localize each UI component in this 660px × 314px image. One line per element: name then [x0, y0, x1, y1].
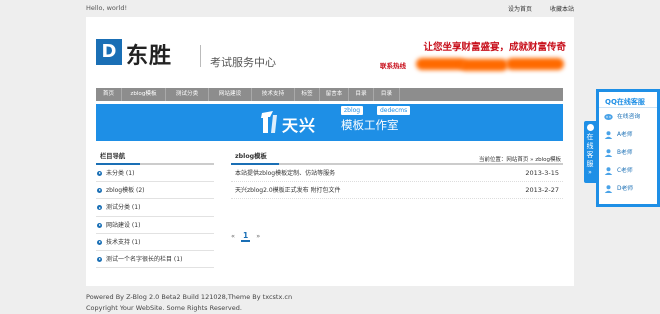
- post-date: 2013-3-15: [525, 169, 559, 177]
- bullet-arrow-icon: [97, 222, 102, 228]
- qq-item-consult[interactable]: 在线咨询: [599, 108, 657, 126]
- category-title: zblog模板 当前位置：网站首页 » zblog模板: [231, 151, 563, 165]
- top-links: 设为首页 收藏本站: [492, 4, 574, 13]
- footer: Powered By Z-Blog 2.0 Beta2 Build 121028…: [86, 292, 292, 314]
- site-name[interactable]: 东胜: [126, 38, 172, 70]
- qq-service-tab[interactable]: 在线客服 »: [584, 121, 596, 183]
- banner-tag-dedecms: dedecms: [377, 106, 411, 115]
- banner[interactable]: 天兴 zblog dedecms 模板工作室: [96, 104, 563, 141]
- nav-item-catalog[interactable]: 目录: [349, 88, 374, 101]
- nav-item-support[interactable]: 技术支持: [252, 88, 295, 101]
- hotline-redacted: [416, 58, 564, 71]
- pagination: « 1 »: [231, 230, 266, 242]
- sidebar-item[interactable]: 测试一个名字很长的栏目 (1): [96, 251, 214, 269]
- nav-item-test[interactable]: 测试分类: [166, 88, 209, 101]
- nav-item-home[interactable]: 首页: [96, 88, 122, 101]
- qq-chat-icon: [604, 114, 613, 120]
- current-page[interactable]: 1: [240, 231, 251, 242]
- nav-item-catalog-2[interactable]: 目录: [374, 88, 400, 101]
- sidebar-title: 栏目导航: [96, 151, 214, 165]
- bullet-arrow-icon: [97, 205, 102, 211]
- banner-brand: 天兴: [282, 116, 317, 135]
- bullet-arrow-icon: [97, 171, 102, 176]
- nav-item-zblog[interactable]: zblog模板: [122, 88, 166, 101]
- sidebar-item[interactable]: 测试分类 (1): [96, 199, 214, 217]
- bullet-arrow-icon: [97, 256, 102, 262]
- qq-item-d[interactable]: D老师: [599, 180, 657, 198]
- sidebar: 栏目导航 未分类 (1) zblog模板 (2) 测试分类 (1) 网站建设 (…: [96, 151, 214, 269]
- top-bar: Hello, world! 设为首页 收藏本站: [0, 0, 660, 17]
- post-title-link[interactable]: 本站提供zblog模板定制、仿站等服务: [235, 170, 335, 177]
- nav-item-web[interactable]: 网站建设: [209, 88, 252, 101]
- nav-item-tags[interactable]: 标签: [295, 88, 320, 101]
- post-date: 2013-2-27: [525, 186, 559, 194]
- service-avatar-icon: [586, 124, 594, 131]
- qq-tab-label: 在线客服: [586, 133, 594, 168]
- sidebar-item[interactable]: zblog模板 (2): [96, 182, 214, 200]
- post-title-link[interactable]: 天兴zblog2.0模板正式发布 附打包文件: [235, 187, 341, 194]
- next-page-button[interactable]: »: [256, 232, 260, 240]
- nav-item-guestbook[interactable]: 留言本: [320, 88, 349, 101]
- sidebar-item[interactable]: 未分类 (1): [96, 165, 214, 183]
- sidebar-item[interactable]: 技术支持 (1): [96, 234, 214, 251]
- footer-copyright: Copyright Your WebSite. Some Rights Rese…: [86, 304, 242, 312]
- qq-service-widget: 在线客服 » QQ在线客服 在线咨询 A老师 B老师 C老师 D老师: [584, 89, 660, 207]
- bullet-arrow-icon: [97, 188, 102, 194]
- banner-title: 模板工作室: [341, 118, 399, 132]
- page-container: D 东胜 考试服务中心 让您坐享财富盛宴，成就财富传奇 联系热线 首页 zblo…: [86, 17, 574, 286]
- site-subtitle: 考试服务中心: [210, 56, 276, 69]
- person-icon: [604, 185, 613, 193]
- logo-icon[interactable]: D: [96, 39, 122, 65]
- qq-panel-title: QQ在线客服: [599, 92, 657, 108]
- person-icon: [604, 149, 613, 157]
- hotline-label: 联系热线: [380, 62, 406, 70]
- brand-mark-icon: [261, 111, 277, 133]
- qq-item-a[interactable]: A老师: [599, 126, 657, 144]
- person-icon: [604, 131, 613, 139]
- collapse-arrow-icon: »: [588, 169, 592, 176]
- person-icon: [604, 167, 613, 175]
- post-row: 本站提供zblog模板定制、仿站等服务 2013-3-15: [231, 165, 563, 182]
- prev-page-button[interactable]: «: [231, 232, 235, 240]
- slogan: 让您坐享财富盛宴，成就财富传奇: [423, 42, 566, 53]
- qq-service-panel: QQ在线客服 在线咨询 A老师 B老师 C老师 D老师: [596, 89, 660, 207]
- post-row: 天兴zblog2.0模板正式发布 附打包文件 2013-2-27: [231, 182, 563, 199]
- greeting-text: Hello, world!: [86, 4, 128, 12]
- main-nav: 首页 zblog模板 测试分类 网站建设 技术支持 标签 留言本 目录 目录: [96, 88, 563, 101]
- bullet-arrow-icon: [97, 239, 102, 245]
- footer-powered-by: Powered By Z-Blog 2.0 Beta2 Build 121028…: [86, 293, 293, 301]
- qq-item-b[interactable]: B老师: [599, 144, 657, 162]
- sidebar-item[interactable]: 网站建设 (1): [96, 217, 214, 234]
- bookmark-link[interactable]: 收藏本站: [550, 6, 574, 13]
- banner-tag-zblog: zblog: [341, 106, 364, 115]
- qq-item-c[interactable]: C老师: [599, 162, 657, 180]
- set-home-link[interactable]: 设为首页: [508, 6, 532, 13]
- post-list: zblog模板 当前位置：网站首页 » zblog模板 本站提供zblog模板定…: [231, 151, 563, 199]
- logo-divider: [200, 45, 201, 67]
